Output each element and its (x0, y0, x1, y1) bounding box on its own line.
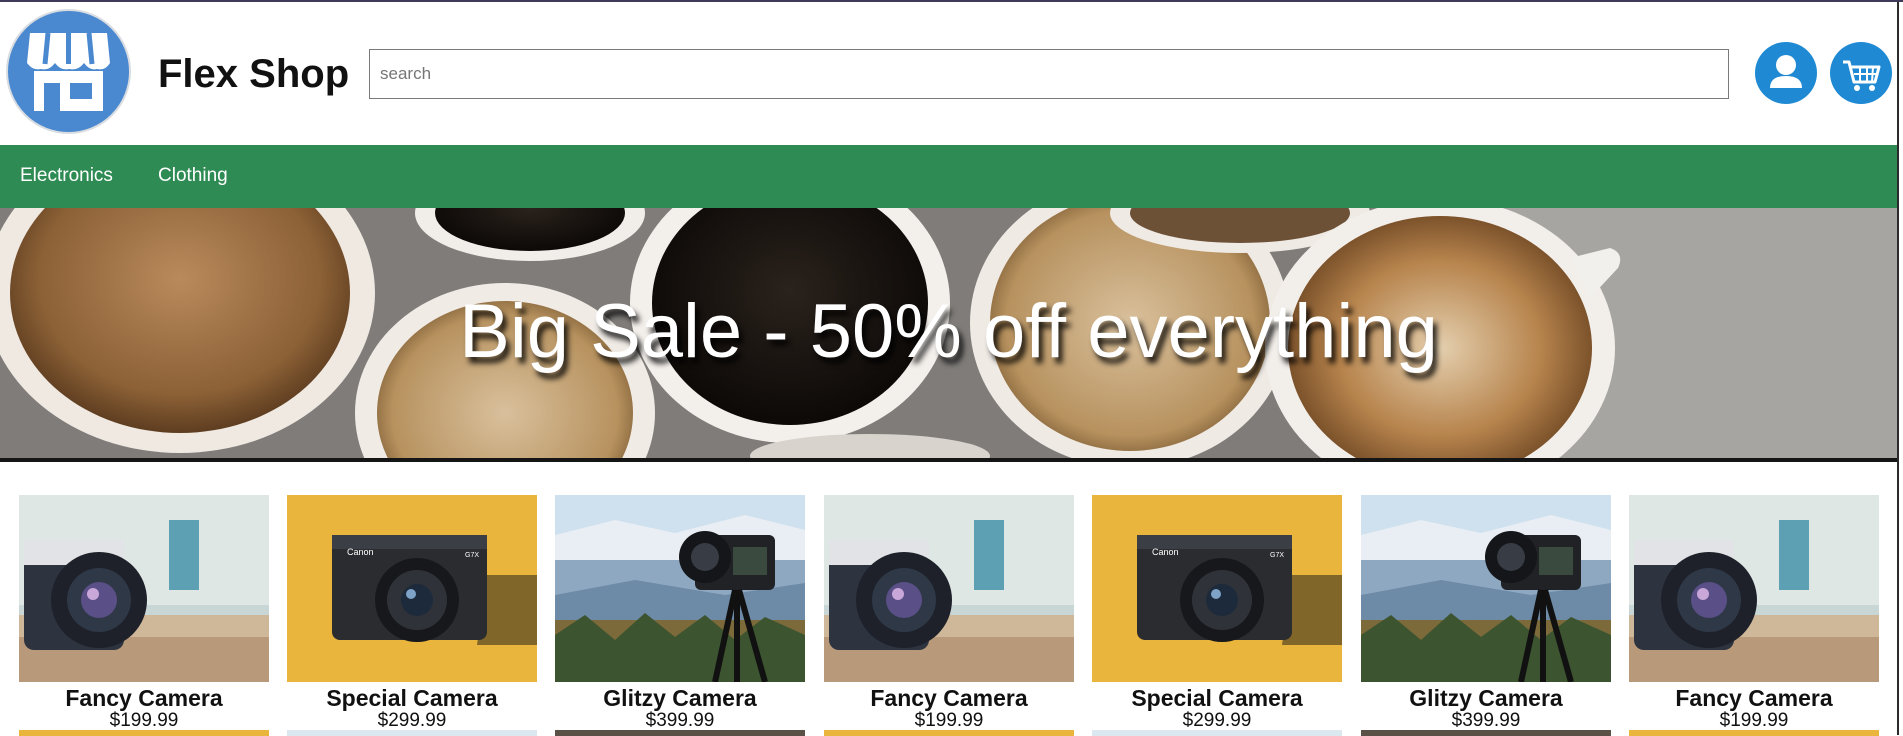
svg-text:G7X: G7X (465, 552, 479, 559)
site-header: Flex Shop (0, 2, 1903, 145)
product-name[interactable]: Fancy Camera (19, 685, 269, 712)
product-image[interactable] (555, 495, 805, 682)
product-grid: Fancy Camera $199.99 Canon G7X Special C… (0, 462, 1897, 736)
product-image[interactable] (1629, 495, 1879, 682)
product-image[interactable]: Canon G7X (1092, 495, 1342, 682)
svg-text:G7X: G7X (1270, 552, 1284, 559)
product-price: $299.99 (377, 710, 447, 731)
product-name[interactable]: Fancy Camera (824, 685, 1074, 712)
product-price: $199.99 (1719, 710, 1789, 731)
cart-button[interactable] (1830, 42, 1892, 104)
product-name[interactable]: Special Camera (1092, 685, 1342, 712)
svg-text:Canon: Canon (347, 547, 374, 557)
sale-banner[interactable]: Big Sale - 50% off everything (0, 208, 1897, 458)
product-price: $399.99 (1451, 710, 1521, 731)
product-name[interactable]: Glitzy Camera (1361, 685, 1611, 712)
cart-icon (1843, 60, 1881, 91)
next-row-product-peek (287, 730, 537, 736)
next-row-product-peek (824, 730, 1074, 736)
category-nav: Electronics Clothing (0, 145, 1897, 208)
product-image[interactable] (1361, 495, 1611, 682)
product-price: $199.99 (914, 710, 984, 731)
next-row-product-peek (1361, 730, 1611, 736)
user-icon (1770, 55, 1802, 88)
product-image[interactable] (824, 495, 1074, 682)
product-name[interactable]: Glitzy Camera (555, 685, 805, 712)
product-price: $199.99 (109, 710, 179, 731)
nav-item-electronics[interactable]: Electronics (20, 165, 113, 187)
svg-text:Canon: Canon (1152, 547, 1179, 557)
account-button[interactable] (1755, 42, 1817, 104)
next-row-product-peek (19, 730, 269, 736)
search-input[interactable] (369, 49, 1729, 99)
next-row-product-peek (1629, 730, 1879, 736)
nav-item-clothing[interactable]: Clothing (158, 165, 228, 187)
banner-headline: Big Sale - 50% off everything (459, 289, 1438, 374)
storefront-icon[interactable] (6, 9, 131, 134)
next-row-product-peek (555, 730, 805, 736)
next-row-product-peek (1092, 730, 1342, 736)
window-edge (1897, 2, 1899, 735)
brand-title[interactable]: Flex Shop (158, 52, 349, 97)
product-price: $299.99 (1182, 710, 1252, 731)
product-name[interactable]: Fancy Camera (1629, 685, 1879, 712)
product-image[interactable]: Canon G7X (287, 495, 537, 682)
product-image[interactable] (19, 495, 269, 682)
product-price: $399.99 (645, 710, 715, 731)
product-name[interactable]: Special Camera (287, 685, 537, 712)
